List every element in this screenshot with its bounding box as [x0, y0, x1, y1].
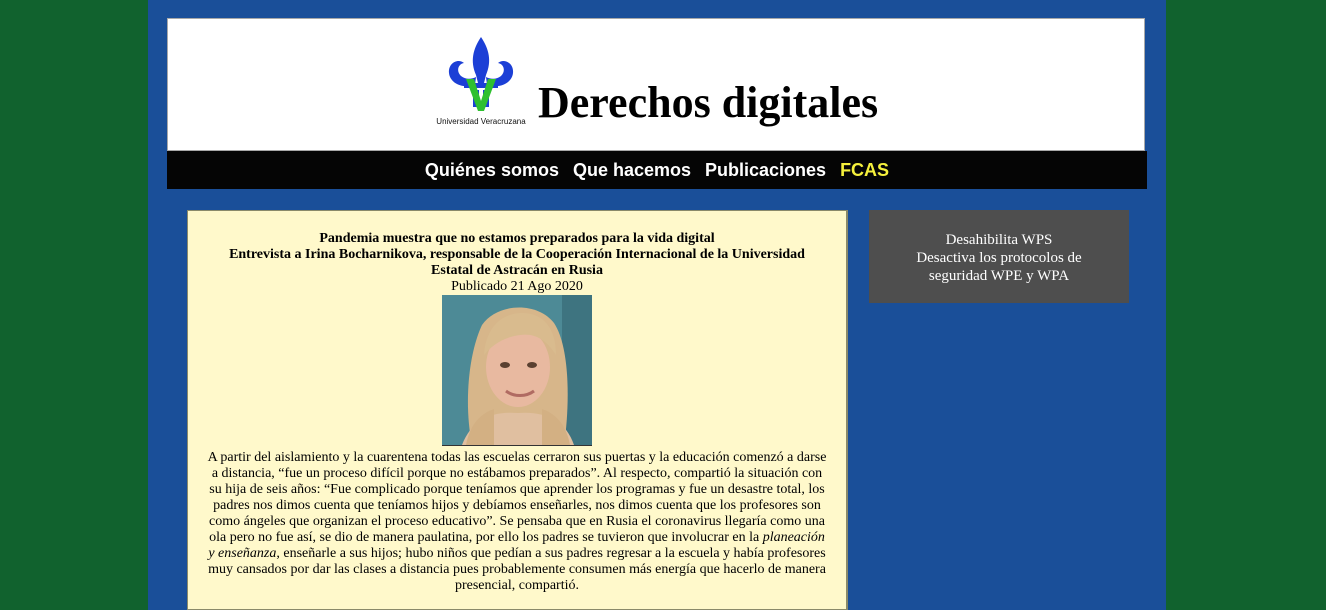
- article-body-text-end: , enseñarle a sus hijos; hubo niños que …: [208, 546, 826, 593]
- sidebar-link-subtitle: Desactiva los protocolos de seguridad WP…: [916, 250, 1082, 284]
- interviewee-photo: [442, 295, 592, 446]
- fleur-de-lis-logo-icon: [448, 37, 514, 111]
- article-panel: Pandemia muestra que no estamos preparad…: [187, 210, 848, 610]
- nav-item-publicaciones[interactable]: Publicaciones: [705, 160, 826, 181]
- nav-item-fcas[interactable]: FCAS: [840, 160, 889, 181]
- site-header: Universidad Veracruzana Derechos digital…: [167, 18, 1145, 151]
- university-logo[interactable]: Universidad Veracruzana: [426, 33, 536, 129]
- main-column: Universidad Veracruzana Derechos digital…: [148, 0, 1166, 610]
- nav-item-quienes-somos[interactable]: Quiénes somos: [425, 160, 559, 181]
- logo-caption: Universidad Veracruzana: [436, 117, 526, 126]
- sidebar-featured-link[interactable]: Desahibilita WPS Desactiva los protocolo…: [869, 210, 1129, 303]
- article-heading: Pandemia muestra que no estamos preparad…: [218, 231, 816, 279]
- article-date: Publicado 21 Ago 2020: [451, 279, 583, 294]
- article-body-text: A partir del aislamiento y la cuarentena…: [207, 450, 827, 545]
- article-subheadline: Entrevista a Irina Bocharnikova, respons…: [229, 247, 805, 278]
- sidebar-link-title[interactable]: Desahibilita WPS: [869, 231, 1129, 249]
- article-headline: Pandemia muestra que no estamos preparad…: [319, 231, 715, 246]
- nav-item-que-hacemos[interactable]: Que hacemos: [573, 160, 691, 181]
- article-body: A partir del aislamiento y la cuarentena…: [206, 450, 828, 594]
- site-title: Derechos digitales: [538, 78, 879, 127]
- main-nav: Quiénes somos Que hacemos Publicaciones …: [167, 151, 1147, 189]
